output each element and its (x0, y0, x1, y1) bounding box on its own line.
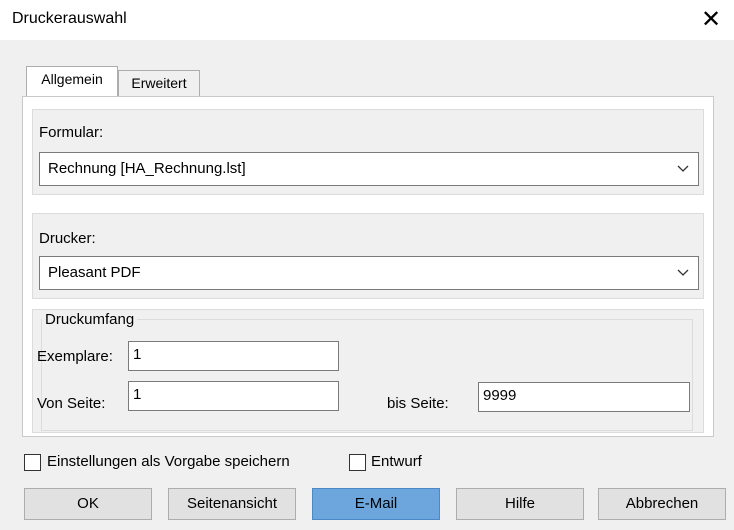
email-button[interactable]: E-Mail (312, 488, 440, 520)
seitenansicht-button[interactable]: Seitenansicht (168, 488, 296, 520)
drucker-select[interactable]: Pleasant PDF (39, 256, 699, 290)
druckumfang-legend: Druckumfang (42, 311, 138, 328)
save-default-label[interactable]: Einstellungen als Vorgabe speichern (47, 453, 290, 470)
entwurf-checkbox[interactable] (349, 454, 366, 471)
druckumfang-fieldset: Druckumfang (41, 311, 693, 431)
close-icon[interactable]: ✕ (688, 0, 734, 40)
von-seite-label: Von Seite: (37, 395, 106, 412)
chevron-down-icon (677, 165, 689, 172)
von-seite-input[interactable]: 1 (128, 381, 339, 411)
exemplare-label: Exemplare: (37, 348, 113, 365)
formular-label: Formular: (39, 124, 104, 141)
tab-panel-allgemein: Formular: Rechnung [HA_Rechnung.lst] Dru… (22, 96, 714, 437)
drucker-label: Drucker: (39, 230, 96, 247)
bis-seite-label: bis Seite: (387, 395, 449, 412)
save-default-checkbox[interactable] (24, 454, 41, 471)
formular-select-value: Rechnung [HA_Rechnung.lst] (48, 160, 246, 177)
title-bar: Druckerauswahl ✕ (0, 0, 734, 40)
tab-allgemein[interactable]: Allgemein (26, 66, 118, 96)
tab-erweitert[interactable]: Erweitert (118, 70, 200, 96)
exemplare-input[interactable]: 1 (128, 341, 339, 371)
formular-group: Formular: Rechnung [HA_Rechnung.lst] (32, 109, 704, 195)
chevron-down-icon (677, 269, 689, 276)
tab-erweitert-label: Erweitert (131, 75, 187, 91)
hilfe-button[interactable]: Hilfe (456, 488, 584, 520)
window-title: Druckerauswahl (12, 10, 127, 27)
formular-select[interactable]: Rechnung [HA_Rechnung.lst] (39, 152, 699, 186)
ok-button[interactable]: OK (24, 488, 152, 520)
drucker-group: Drucker: Pleasant PDF (32, 213, 704, 299)
bis-seite-input[interactable]: 9999 (478, 382, 690, 412)
tab-allgemein-label: Allgemein (41, 71, 103, 87)
drucker-select-value: Pleasant PDF (48, 264, 141, 281)
entwurf-label[interactable]: Entwurf (371, 453, 422, 470)
abbrechen-button[interactable]: Abbrechen (598, 488, 726, 520)
